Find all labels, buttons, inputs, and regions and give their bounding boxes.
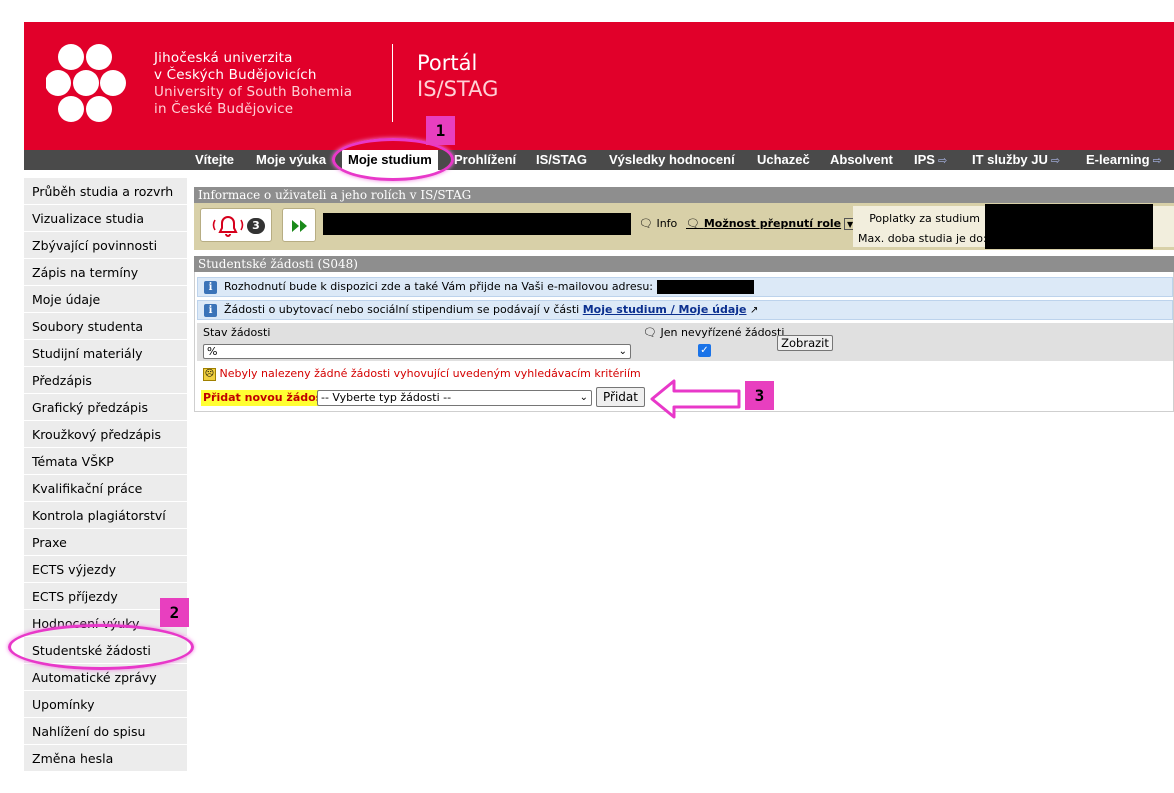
nav-item-moje-vyuka[interactable]: Moje výuka [256, 150, 326, 170]
comment-icon: 🗨 [686, 217, 700, 230]
sidebar-item-kontrola-plagiatorstvi[interactable]: Kontrola plagiátorství [24, 502, 187, 529]
info-link-label: Info [656, 217, 678, 230]
top-navigation: Vítejte Moje výuka Moje studium Prohlíže… [24, 150, 1174, 170]
uni-name-en-1: University of South Bohemia [154, 84, 353, 100]
unresolved-checkbox[interactable]: ✓ [698, 344, 711, 357]
sidebar-item-zapis-na-terminy[interactable]: Zápis na termíny [24, 259, 187, 286]
requests-title: Studentské žádosti (S048) [194, 256, 1174, 273]
sidebar-item-nahlizeni-do-spisu[interactable]: Nahlížení do spisu [24, 718, 187, 745]
redacted-user-name [323, 213, 631, 235]
status-select-value: % [207, 345, 218, 358]
nav-item-prohlizeni[interactable]: Prohlížení [454, 150, 516, 170]
add-request-label: Přidat novou žádost: [201, 390, 334, 406]
info-message-housing: i Žádosti o ubytovací nebo sociální stip… [197, 300, 1173, 320]
moje-udaje-link[interactable]: Moje studium / Moje údaje [583, 303, 747, 316]
nav-item-vysledky-hodnoceni[interactable]: Výsledky hodnocení [609, 150, 735, 170]
external-link-icon: ↗ [749, 305, 759, 316]
info-email-text: Rozhodnutí bude k dispozici zde a také V… [224, 280, 653, 293]
user-info-panel: 3 🗨 Info 🗨 Možnost přepnutí role ▼ Poplat… [194, 203, 1174, 250]
user-info-title: Informace o uživateli a jeho rolích v IS… [194, 187, 1174, 204]
info-icon: i [204, 304, 217, 317]
request-type-select[interactable]: -- Vyberte typ žádosti -- ⌄ [317, 390, 592, 406]
no-results-text: Nebyly nalezeny žádné žádosti vyhovující… [219, 367, 641, 380]
sidebar-item-zmena-hesla[interactable]: Změna hesla [24, 745, 187, 772]
no-results-message: ☹ Nebyly nalezeny žádné žádosti vyhovují… [203, 367, 641, 381]
switch-role-link[interactable]: 🗨 Možnost přepnutí role ▼ [686, 217, 857, 230]
nav-item-ips[interactable]: IPS ⇨ [914, 150, 947, 170]
university-name: Jihočeská univerzita v Českých Budějovic… [154, 50, 352, 118]
info-message-email: i Rozhodnutí bude k dispozici zde a také… [197, 277, 1173, 297]
nav-item-absolvent[interactable]: Absolvent [830, 150, 893, 170]
sidebar-item-temata-vskp[interactable]: Témata VŠKP [24, 448, 187, 475]
notifications-button[interactable]: 3 [200, 208, 272, 242]
sad-face-icon: ☹ [203, 367, 216, 381]
max-duration-label: Max. doba studia je do: [858, 232, 987, 245]
nav-item-it-sluzby[interactable]: IT služby JU ⇨ [972, 150, 1060, 170]
university-logo [46, 44, 126, 122]
nav-item-it-sluzby-label: IT služby JU [972, 152, 1048, 167]
external-link-icon: ⇨ [1152, 155, 1162, 167]
sidebar-item-zbyvajici-povinnosti[interactable]: Zbývající povinnosti [24, 232, 187, 259]
unresolved-label-text: Jen nevyřízené žádosti [660, 326, 785, 339]
sidebar-item-prubeh-studia[interactable]: Průběh studia a rozvrh [24, 178, 187, 205]
nav-item-ips-label: IPS [914, 152, 935, 167]
info-housing-text: Žádosti o ubytovací nebo sociální stipen… [224, 303, 580, 316]
chevron-down-icon: ⌄ [579, 392, 588, 403]
sidebar-item-vizualizace[interactable]: Vizualizace studia [24, 205, 187, 232]
portal-title-main: Portál [417, 51, 478, 75]
sidebar-item-krouzkovy-predzapis[interactable]: Kroužkový předzápis [24, 421, 187, 448]
comment-icon: 🗨 [639, 217, 653, 230]
nav-item-uchazec[interactable]: Uchazeč [757, 150, 810, 170]
fees-label: Poplatky za studium [869, 212, 980, 225]
annotation-step-1: 1 [426, 116, 455, 145]
sidebar-item-studijni-materialy[interactable]: Studijní materiály [24, 340, 187, 367]
portal-title-sub: IS/STAG [417, 77, 499, 101]
sidebar-menu: Průběh studia a rozvrh Vizualizace studi… [24, 178, 187, 772]
annotation-step-3: 3 [745, 381, 774, 410]
uni-name-cz-1: Jihočeská univerzita [154, 50, 293, 66]
portal-header: Jihočeská univerzita v Českých Budějovic… [24, 22, 1174, 150]
filter-row: Stav žádosti % ⌄ 🗨 Jen nevyřízené žádosti… [197, 323, 1173, 361]
info-icon: i [204, 281, 217, 294]
comment-icon: 🗨 [643, 326, 657, 339]
external-link-icon: ⇨ [937, 155, 948, 167]
nav-item-elearning-label: E-learning [1086, 152, 1150, 167]
annotation-ellipse-sidebar [8, 624, 194, 670]
uni-name-cz-2: v Českých Budějovicích [154, 67, 317, 83]
unresolved-label: 🗨 Jen nevyřízené žádosti [643, 326, 784, 339]
show-button[interactable]: Zobrazit [777, 335, 833, 351]
add-request-button[interactable]: Přidat [596, 387, 645, 407]
annotation-arrow [650, 379, 741, 419]
nav-item-vitejte[interactable]: Vítejte [195, 150, 234, 170]
portal-title: Portál IS/STAG [417, 50, 498, 102]
status-select[interactable]: % ⌄ [203, 344, 631, 359]
request-type-select-value: -- Vyberte typ žádosti -- [321, 391, 452, 404]
sidebar-item-soubory-studenta[interactable]: Soubory studenta [24, 313, 187, 340]
sidebar-item-ects-vyjezdy[interactable]: ECTS výjezdy [24, 556, 187, 583]
info-link[interactable]: 🗨 Info [639, 217, 677, 230]
header-divider [392, 44, 393, 122]
sidebar-item-upominky[interactable]: Upomínky [24, 691, 187, 718]
sidebar-item-kvalifikacni-prace[interactable]: Kvalifikační práce [24, 475, 187, 502]
notification-count-badge: 3 [247, 218, 265, 234]
switch-role-label: Možnost přepnutí role [703, 217, 842, 230]
fast-forward-icon [292, 220, 307, 232]
annotation-step-2: 2 [160, 598, 189, 627]
uni-name-en-2: in České Budějovice [154, 101, 294, 117]
redacted-email [656, 280, 754, 294]
sidebar-item-moje-udaje[interactable]: Moje údaje [24, 286, 187, 313]
bell-icon [212, 216, 244, 237]
status-label: Stav žádosti [203, 326, 271, 339]
external-link-icon: ⇨ [1050, 155, 1061, 167]
sidebar-item-predzapis[interactable]: Předzápis [24, 367, 187, 394]
forward-button[interactable] [282, 208, 316, 242]
chevron-down-icon: ⌄ [618, 346, 627, 357]
sidebar-item-graficky-predzapis[interactable]: Grafický předzápis [24, 394, 187, 421]
redacted-study-info [985, 204, 1153, 249]
nav-item-isstag[interactable]: IS/STAG [536, 150, 587, 170]
sidebar-item-praxe[interactable]: Praxe [24, 529, 187, 556]
nav-item-elearning[interactable]: E-learning ⇨ [1086, 150, 1162, 170]
